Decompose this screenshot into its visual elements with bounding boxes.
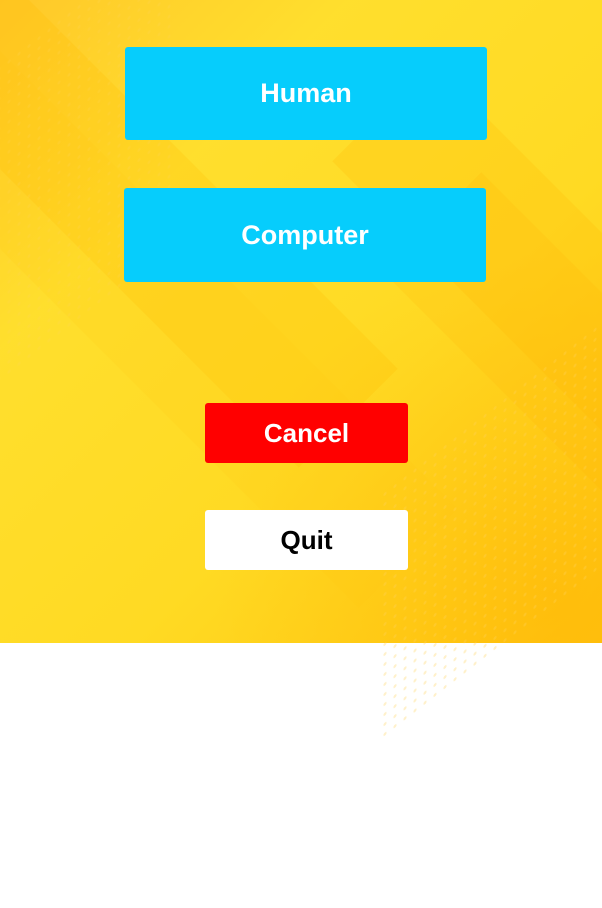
- human-button-label: Human: [260, 78, 352, 108]
- computer-button-label: Computer: [241, 219, 369, 250]
- human-button[interactable]: Human: [125, 47, 487, 140]
- quit-button[interactable]: Quit: [205, 510, 408, 570]
- cancel-button-label: Cancel: [263, 417, 350, 448]
- cancel-button[interactable]: Cancel: [205, 403, 408, 463]
- quit-button-label: Quit: [280, 524, 333, 555]
- computer-button[interactable]: Computer: [124, 188, 486, 282]
